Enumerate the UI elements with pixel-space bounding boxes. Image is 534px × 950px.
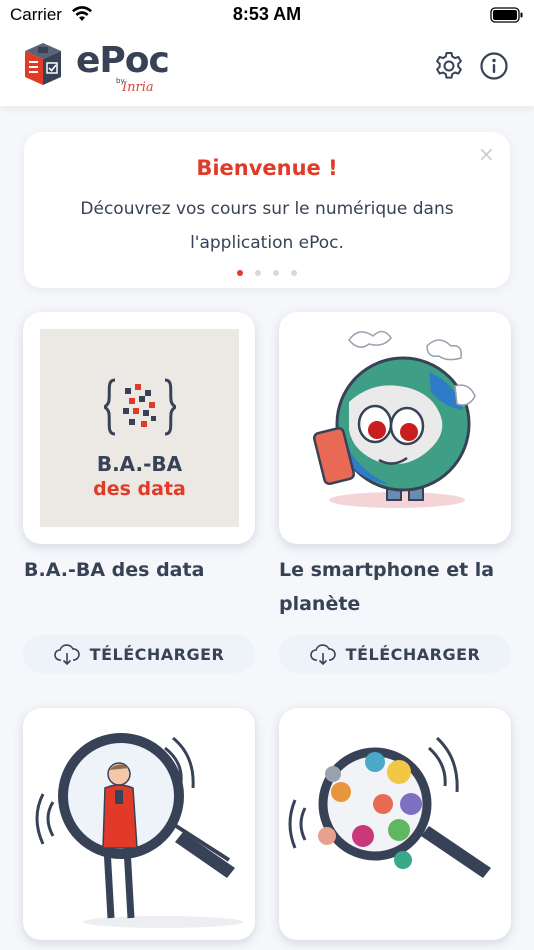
download-button[interactable]: TÉLÉCHARGER xyxy=(279,635,511,673)
course-title[interactable]: B.A.-BA des data xyxy=(24,553,264,587)
cloud-download-icon xyxy=(309,644,336,665)
info-icon[interactable] xyxy=(479,51,509,81)
cover-subtitle: des data xyxy=(93,478,186,500)
course-card-smartphone-planete[interactable] xyxy=(279,312,511,544)
data-braces-icon xyxy=(103,378,177,436)
cover-title: B.A.-BA xyxy=(96,452,183,476)
pagination-dot-2[interactable] xyxy=(255,270,261,276)
app-header: ePoc by Inria xyxy=(0,30,534,106)
battery-icon xyxy=(490,7,523,23)
pagination-dot-3[interactable] xyxy=(273,270,279,276)
cloud-download-icon xyxy=(53,644,80,665)
inria-logo: Inria xyxy=(122,80,154,95)
magnifier-apps-illustration xyxy=(288,736,491,878)
course-title[interactable]: Le smartphone et la planète xyxy=(279,553,519,621)
download-label: TÉLÉCHARGER xyxy=(89,644,225,664)
course-cover-image: B.A.-BA des data xyxy=(40,329,239,527)
earth-smartphone-illustration xyxy=(312,330,476,508)
pagination-dot-1[interactable] xyxy=(237,270,243,276)
magnifier-person-illustration xyxy=(35,733,243,928)
clock: 8:53 AM xyxy=(232,4,302,24)
course-card-baba-data[interactable]: B.A.-BA des data xyxy=(23,312,255,544)
status-bar: Carrier 8:53 AM xyxy=(0,0,534,30)
brand-name: ePoc xyxy=(76,40,170,81)
download-label: TÉLÉCHARGER xyxy=(345,644,481,664)
carousel-pagination xyxy=(24,270,510,276)
course-card-3[interactable] xyxy=(23,708,255,940)
settings-gear-icon[interactable] xyxy=(433,50,465,82)
download-button[interactable]: TÉLÉCHARGER xyxy=(23,635,255,673)
epoc-logo-icon xyxy=(25,43,61,85)
course-card-4[interactable] xyxy=(279,708,511,940)
welcome-card: × Bienvenue ! Découvrez vos cours sur le… xyxy=(24,132,510,288)
welcome-title: Bienvenue ! xyxy=(196,156,338,180)
welcome-text: Découvrez vos cours sur le numérique dan… xyxy=(80,199,454,253)
pagination-dot-4[interactable] xyxy=(291,270,297,276)
